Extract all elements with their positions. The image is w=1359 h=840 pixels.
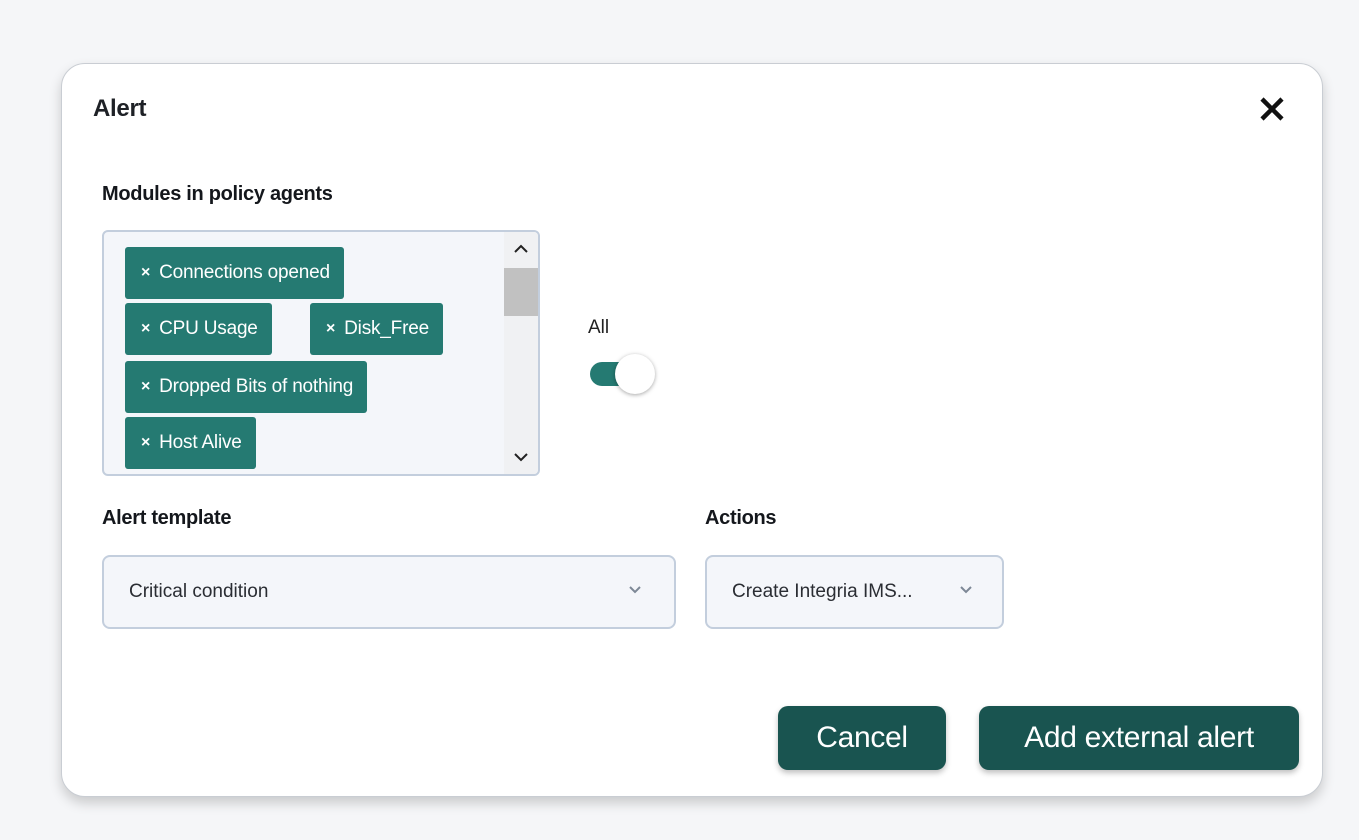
module-tag-label: Connections opened <box>159 262 330 283</box>
remove-tag-icon[interactable]: × <box>141 264 150 282</box>
chevron-down-icon <box>960 586 972 594</box>
alert-template-select[interactable]: Critical condition <box>102 555 676 629</box>
module-tag-label: Host Alive <box>159 432 242 453</box>
module-tag-label: Dropped Bits of nothing <box>159 376 354 397</box>
alert-template-label: Alert template <box>102 507 232 529</box>
actions-select[interactable]: Create Integria IMS... <box>705 555 1004 629</box>
module-tag: × Disk_Free <box>310 303 443 355</box>
remove-tag-icon[interactable]: × <box>141 320 150 338</box>
toggle-knob <box>615 354 655 394</box>
all-toggle[interactable] <box>590 352 656 396</box>
module-tag: × CPU Usage <box>125 303 272 355</box>
add-external-alert-button[interactable]: Add external alert <box>979 706 1299 770</box>
module-tag-label: Disk_Free <box>344 318 429 339</box>
modules-multiselect[interactable]: × Connections opened × CPU Usage × Disk_… <box>102 230 540 476</box>
module-tag: × Host Alive <box>125 417 256 469</box>
actions-value: Create Integria IMS... <box>732 581 913 602</box>
remove-tag-icon[interactable]: × <box>326 320 335 338</box>
module-tag: × Dropped Bits of nothing <box>125 361 368 413</box>
actions-label: Actions <box>705 507 777 529</box>
modules-scrollbar[interactable] <box>504 232 538 474</box>
modules-label: Modules in policy agents <box>102 183 333 205</box>
scroll-up-icon[interactable] <box>504 232 538 266</box>
dialog-title: Alert <box>93 95 147 122</box>
remove-tag-icon[interactable]: × <box>141 378 150 396</box>
module-tag: × Connections opened <box>125 247 344 299</box>
alert-template-value: Critical condition <box>129 581 269 602</box>
scroll-down-icon[interactable] <box>504 440 538 474</box>
close-icon[interactable] <box>1254 91 1290 127</box>
all-toggle-label: All <box>588 317 610 338</box>
scrollbar-thumb[interactable] <box>504 268 538 316</box>
chevron-down-icon <box>629 586 641 594</box>
cancel-button[interactable]: Cancel <box>778 706 946 770</box>
module-tag-label: CPU Usage <box>159 318 258 339</box>
remove-tag-icon[interactable]: × <box>141 434 150 452</box>
alert-dialog: Alert Modules in policy agents × Connect… <box>61 63 1323 797</box>
